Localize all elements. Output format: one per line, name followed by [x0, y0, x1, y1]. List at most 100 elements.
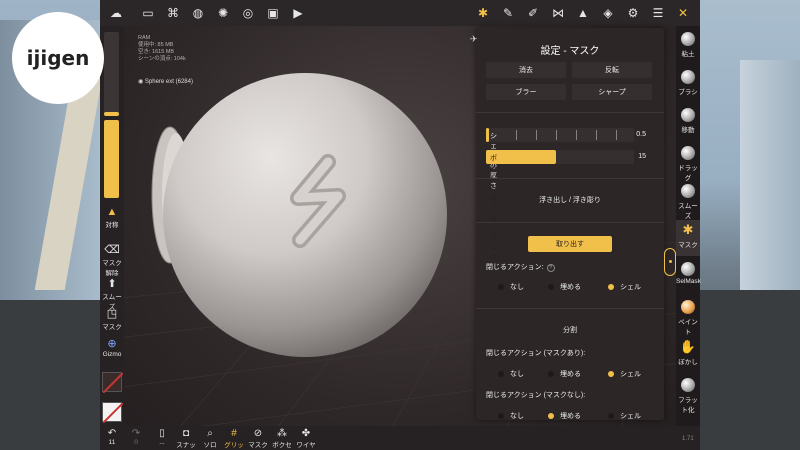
border-smoothing-value: 15: [638, 153, 646, 160]
symmetry-button[interactable]: ▲ 対称: [100, 206, 124, 229]
background-wall: [740, 60, 800, 290]
paint-tool-icon: [681, 300, 695, 314]
invert-mask-button[interactable]: 反転: [572, 62, 652, 78]
solo-button[interactable]: ⌕ ソロ: [198, 429, 222, 450]
sliders-icon[interactable]: ☰: [649, 4, 667, 22]
tool-label: ペイント: [678, 319, 698, 336]
redo-button[interactable]: ↷ 0: [124, 429, 148, 447]
extract-button[interactable]: 取り出す: [528, 236, 612, 252]
redo-count: 0: [134, 439, 138, 446]
tool-mask[interactable]: ✱ マスク: [676, 220, 700, 256]
sharpen-mask-button[interactable]: シャープ: [572, 84, 652, 100]
tool-blur[interactable]: ✋ ぼかし: [676, 340, 700, 367]
wireframe-icon: ✤: [301, 428, 311, 439]
emboss-button[interactable]: 浮き出し / 浮き彫り: [526, 192, 614, 208]
divider: [476, 222, 664, 223]
right-tool-column: 粘土 ブラシ 移動 ドラッグ スムーズ ✱ マスク SelMask ペイント ✋…: [676, 26, 701, 426]
bottom-item-label: マスク: [248, 442, 268, 449]
tool-drag[interactable]: ドラッグ: [676, 146, 700, 182]
close-action-text: 閉じるアクション:: [486, 264, 544, 271]
masked-action-none[interactable]: なし: [498, 369, 524, 379]
radio-dot: [498, 284, 504, 290]
mask-label: マスク: [102, 324, 122, 331]
triangle-icon[interactable]: ▲: [574, 4, 592, 22]
mesh-label[interactable]: ◉ Sphere ext (6284): [138, 78, 193, 85]
folder-icon[interactable]: ▭: [139, 4, 157, 22]
video-icon[interactable]: ▶: [289, 4, 307, 22]
unmasked-action-none[interactable]: なし: [498, 411, 524, 420]
mesh-icon: ◉: [138, 79, 144, 85]
divider: [476, 308, 664, 309]
border-smoothing-slider[interactable]: ボーダーのスムージング: [486, 150, 634, 262]
eye-off-icon: ⊘: [253, 428, 263, 439]
close-action-shell[interactable]: シェル: [608, 282, 641, 292]
tool-flatten[interactable]: フラット化: [676, 378, 700, 414]
mask-tool-icon[interactable]: ✱: [474, 4, 492, 22]
masked-action-shell[interactable]: シェル: [608, 369, 641, 379]
slider-tick: [516, 130, 517, 140]
tools-toggle-icon[interactable]: ✕: [674, 4, 692, 22]
tool-selmask[interactable]: SelMask: [676, 262, 701, 285]
mask-visibility-button[interactable]: ⊘ マスク: [246, 428, 270, 450]
gizmo-label: Gizmo: [102, 351, 122, 358]
menu-icon[interactable]: ☁: [107, 4, 125, 22]
ram-info: RAM 使用中: 85 MB 空き: 1615 MB シーンの頂点: 104k: [138, 35, 186, 63]
tool-paint[interactable]: ペイント: [676, 300, 700, 336]
split-button[interactable]: 分割: [526, 322, 614, 338]
panel-resize-handle[interactable]: [664, 248, 676, 276]
symmetry-icon[interactable]: ⋈: [549, 4, 567, 22]
pin-icon[interactable]: ✈: [470, 34, 478, 45]
blur-mask-button[interactable]: ブラー: [486, 84, 566, 100]
radio-dot: [498, 371, 504, 377]
unmasked-action-shell[interactable]: シェル: [608, 411, 641, 420]
intensity-slider-fill: [104, 120, 119, 198]
snap-button[interactable]: ◘ スナップ: [174, 429, 198, 450]
image-icon[interactable]: ▣: [264, 4, 282, 22]
mask-clear-button[interactable]: ⌫ マスク解除: [100, 244, 124, 277]
puzzle-icon: ✱: [682, 222, 694, 237]
mesh-name: Sphere ext (6284): [144, 79, 193, 85]
brush-icon[interactable]: ✎: [499, 4, 517, 22]
tool-clay[interactable]: 粘土: [676, 32, 700, 58]
color-swatch-secondary[interactable]: [102, 402, 124, 424]
gear-icon[interactable]: ⚙: [624, 4, 642, 22]
bottom-toolbar: ↶ 11 ↷ 0 ▯ ... ◘ スナップ ⌕ ソロ # グリッド ⊘ マスク …: [100, 426, 700, 450]
bottom-item-label: ワイヤー: [296, 442, 316, 449]
material-icon[interactable]: ◎: [239, 4, 257, 22]
gizmo-button[interactable]: ⊕ Gizmo: [100, 338, 124, 358]
tool-smooth[interactable]: スムーズ: [676, 184, 700, 220]
close-action-none[interactable]: なし: [498, 282, 524, 292]
close-action-fill[interactable]: 埋める: [548, 282, 581, 292]
radio-dot: [608, 413, 614, 419]
mask-shortcut-button[interactable]: ◳ マスク: [100, 308, 124, 331]
masked-action-fill[interactable]: 埋める: [548, 369, 581, 379]
close-action-masked-label: 閉じるアクション (マスクあり):: [486, 350, 586, 357]
tool-move[interactable]: 移動: [676, 108, 700, 134]
option-label: なし: [510, 284, 524, 291]
globe-icon[interactable]: ◍: [189, 4, 207, 22]
bottom-item-label: ボクセル: [272, 442, 292, 449]
intensity-slider[interactable]: [104, 120, 119, 198]
slider-tick: [596, 130, 597, 140]
paint-icon[interactable]: ✐: [524, 4, 542, 22]
unmasked-action-fill[interactable]: 埋める: [548, 411, 581, 420]
layers-icon[interactable]: ◈: [599, 4, 617, 22]
shell-thickness-slider[interactable]: シェルの厚さ: [486, 128, 634, 190]
clear-mask-button[interactable]: 消去: [486, 62, 566, 78]
wireframe-button[interactable]: ✤ ワイヤー: [294, 429, 318, 450]
radius-slider[interactable]: [104, 32, 119, 116]
tool-label: ぼかし: [678, 359, 698, 366]
color-swatch-primary[interactable]: [102, 372, 124, 394]
light-icon[interactable]: ✺: [214, 4, 232, 22]
tool-brush[interactable]: ブラシ: [676, 70, 700, 96]
more-button[interactable]: ▯ ...: [150, 429, 174, 447]
border-smoothing-label: ボーダーのスムージング: [490, 155, 497, 262]
scene-icon[interactable]: ⌘: [164, 4, 182, 22]
symmetry-label: 対称: [105, 222, 119, 229]
undo-button[interactable]: ↶ 11: [100, 429, 124, 447]
voxel-button[interactable]: ⁂ ボクセル: [270, 429, 294, 450]
smooth-icon: ⬆: [107, 278, 117, 290]
help-icon[interactable]: ?: [546, 264, 555, 272]
grid-button[interactable]: # グリッド: [222, 429, 246, 450]
smooth-shortcut-button[interactable]: ⬆ スムーズ: [100, 278, 124, 311]
